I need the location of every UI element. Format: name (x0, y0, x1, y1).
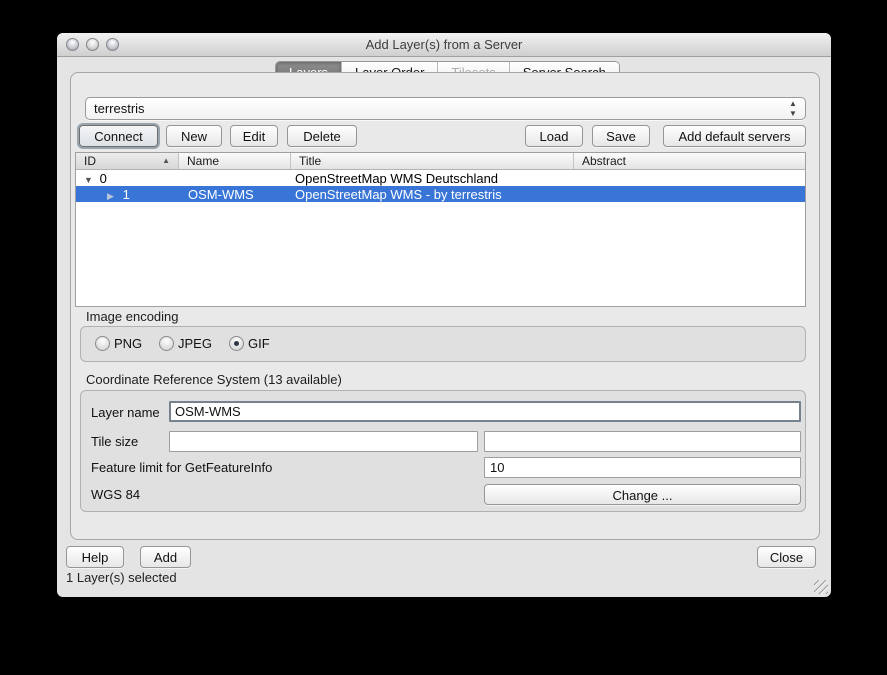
tile-height-input[interactable] (484, 431, 801, 452)
feature-limit-label: Feature limit for GetFeatureInfo (91, 460, 272, 475)
tile-width-input[interactable] (169, 431, 478, 452)
add-button[interactable]: Add (140, 546, 191, 568)
radio-jpeg[interactable]: JPEG (159, 336, 212, 351)
resize-grip[interactable] (814, 580, 828, 594)
row-title: OpenStreetMap WMS - by terrestris (291, 187, 574, 202)
dialog-add-layers-from-server: Add Layer(s) from a Server Layers Layer … (57, 33, 831, 597)
help-button[interactable]: Help (66, 546, 124, 568)
close-button[interactable]: Close (757, 546, 816, 568)
table-row-selected[interactable]: ▶ 1 OSM-WMS OpenStreetMap WMS - by terre… (76, 186, 805, 202)
crs-value-label: WGS 84 (91, 487, 140, 502)
feature-limit-input[interactable] (484, 457, 801, 478)
tile-size-label: Tile size (91, 434, 138, 449)
server-select-value: terrestris (94, 101, 145, 116)
layers-table: ID ▲ Name Title Abstract ▼ 0 OpenStreetM… (75, 152, 806, 307)
window-title: Add Layer(s) from a Server (57, 37, 831, 52)
radio-gif[interactable]: GIF (229, 336, 270, 351)
column-header-abstract[interactable]: Abstract (574, 153, 805, 169)
radio-png[interactable]: PNG (95, 336, 142, 351)
crs-section-label: Coordinate Reference System (13 availabl… (86, 372, 342, 387)
layer-name-label: Layer name (91, 405, 160, 420)
row-id: 0 (100, 171, 107, 186)
row-title: OpenStreetMap WMS Deutschland (291, 171, 574, 186)
table-row[interactable]: ▼ 0 OpenStreetMap WMS Deutschland (76, 170, 805, 186)
collapse-expanded-icon[interactable]: ▼ (84, 175, 96, 185)
column-header-name[interactable]: Name (179, 153, 291, 169)
row-name: OSM-WMS (179, 187, 291, 202)
add-default-servers-button[interactable]: Add default servers (663, 125, 806, 147)
radio-unchecked-icon (159, 336, 174, 351)
delete-button[interactable]: Delete (287, 125, 357, 147)
change-crs-button[interactable]: Change ... (484, 484, 801, 505)
sort-ascending-icon: ▲ (162, 156, 170, 165)
status-text: 1 Layer(s) selected (66, 570, 177, 585)
column-header-title[interactable]: Title (291, 153, 574, 169)
row-id: 1 (123, 187, 130, 202)
layers-table-header: ID ▲ Name Title Abstract (76, 153, 805, 170)
column-header-id[interactable]: ID ▲ (76, 153, 179, 169)
load-button[interactable]: Load (525, 125, 583, 147)
layer-name-input[interactable] (169, 401, 801, 422)
edit-button[interactable]: Edit (230, 125, 278, 147)
server-select[interactable]: terrestris ▲▼ (85, 97, 806, 120)
image-encoding-label: Image encoding (86, 309, 179, 324)
radio-checked-icon (229, 336, 244, 351)
radio-unchecked-icon (95, 336, 110, 351)
crs-group: Layer name Tile size Feature limit for G… (80, 390, 806, 512)
connect-button[interactable]: Connect (79, 125, 158, 147)
expand-collapsed-icon[interactable]: ▶ (107, 191, 119, 202)
image-encoding-group: PNG JPEG GIF (80, 326, 806, 362)
combo-stepper-icon: ▲▼ (788, 99, 798, 119)
new-button[interactable]: New (166, 125, 222, 147)
title-bar[interactable]: Add Layer(s) from a Server (57, 33, 831, 57)
save-button[interactable]: Save (592, 125, 650, 147)
